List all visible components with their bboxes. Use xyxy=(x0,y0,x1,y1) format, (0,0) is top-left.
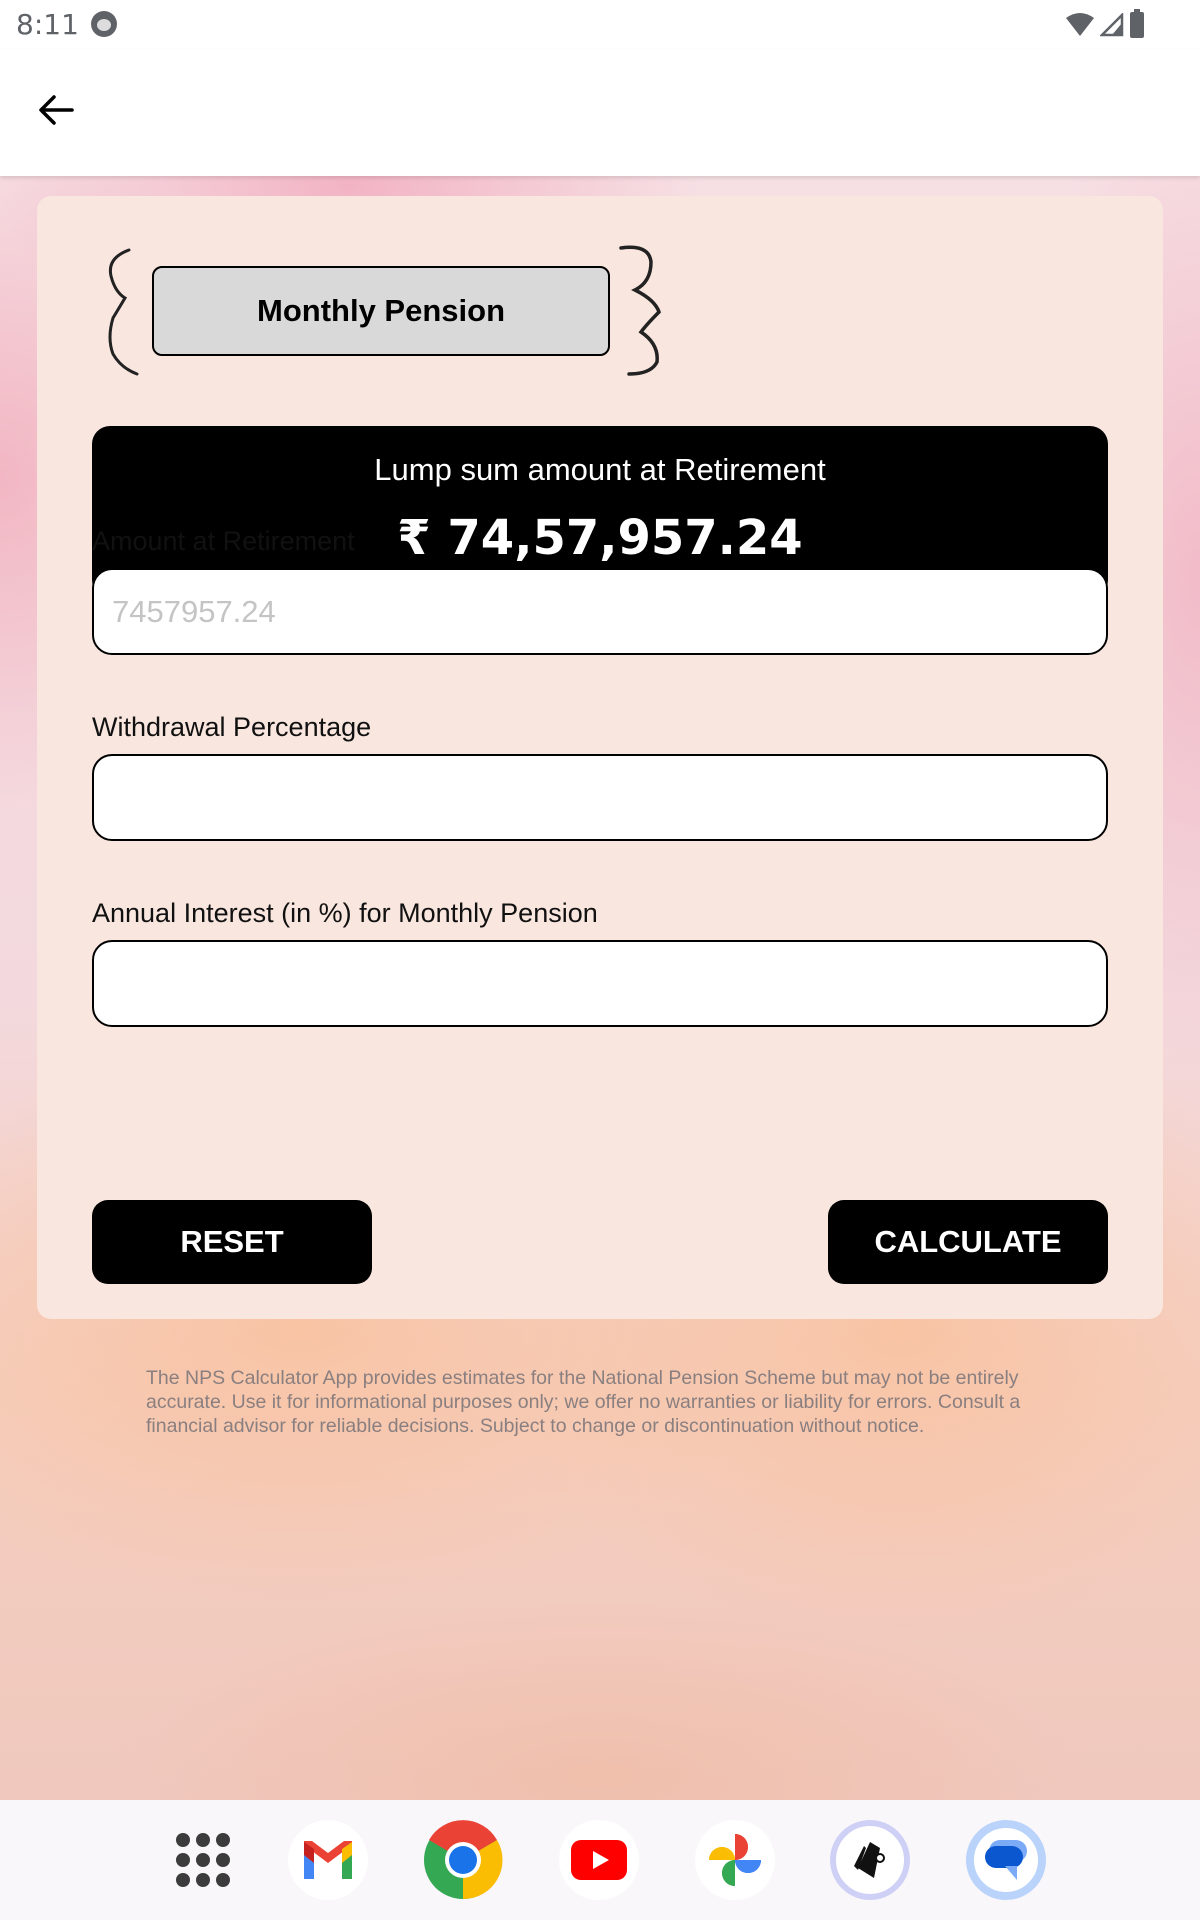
youtube-icon xyxy=(571,1840,627,1880)
dot-icon xyxy=(196,1873,210,1887)
chrome-icon xyxy=(424,1820,503,1900)
annual-interest-label: Annual Interest (in %) for Monthly Pensi… xyxy=(92,898,598,928)
dot-icon xyxy=(176,1873,190,1887)
back-button[interactable] xyxy=(30,84,82,136)
calculator-card: Monthly Pension Lump sum amount at Retir… xyxy=(37,196,1163,1319)
cat-notification-icon xyxy=(91,11,117,37)
reset-button[interactable]: RESET xyxy=(92,1200,372,1284)
messages-icon xyxy=(985,1840,1027,1880)
youtube-app[interactable] xyxy=(559,1820,639,1900)
calculate-button[interactable]: CALCULATE xyxy=(828,1200,1108,1284)
nps-calculator-icon xyxy=(854,1842,885,1878)
monthly-pension-toggle[interactable]: Monthly Pension xyxy=(152,266,610,356)
photos-icon xyxy=(709,1834,761,1886)
amount-at-retirement-label: Amount at Retirement xyxy=(92,526,355,556)
cellular-signal-icon xyxy=(1100,13,1124,37)
photos-app[interactable] xyxy=(695,1820,775,1900)
nps-calculator-app[interactable] xyxy=(830,1820,910,1900)
dot-icon xyxy=(216,1853,230,1867)
dot-icon xyxy=(216,1833,230,1847)
dot-icon xyxy=(176,1833,190,1847)
app-drawer-button[interactable] xyxy=(176,1833,230,1887)
arrow-back-icon xyxy=(39,95,74,125)
status-time: 8:11 xyxy=(16,8,79,41)
withdrawal-percentage-input[interactable] xyxy=(92,754,1108,841)
left-squiggle-decoration xyxy=(108,248,139,376)
gmail-icon xyxy=(304,1841,352,1879)
dot-icon xyxy=(196,1833,210,1847)
withdrawal-percentage-label: Withdrawal Percentage xyxy=(92,712,372,742)
amount-at-retirement-input[interactable] xyxy=(92,568,1108,655)
right-squiggle-decoration xyxy=(619,245,662,376)
annual-interest-input[interactable] xyxy=(92,940,1108,1027)
wifi-icon xyxy=(1066,13,1094,36)
status-icons xyxy=(1066,9,1144,38)
taskbar-dock xyxy=(0,1800,1200,1920)
messages-app[interactable] xyxy=(966,1820,1046,1900)
dot-icon xyxy=(216,1873,230,1887)
gmail-app[interactable] xyxy=(288,1820,368,1900)
result-title: Lump sum amount at Retirement xyxy=(374,452,826,487)
chrome-app[interactable] xyxy=(423,1820,503,1900)
disclaimer-text: The NPS Calculator App provides estimate… xyxy=(146,1367,1021,1437)
app-bar xyxy=(0,50,1200,176)
status-bar: 8:11 xyxy=(0,0,1200,50)
battery-icon xyxy=(1130,9,1144,38)
dot-icon xyxy=(196,1853,210,1867)
dot-icon xyxy=(176,1853,190,1867)
